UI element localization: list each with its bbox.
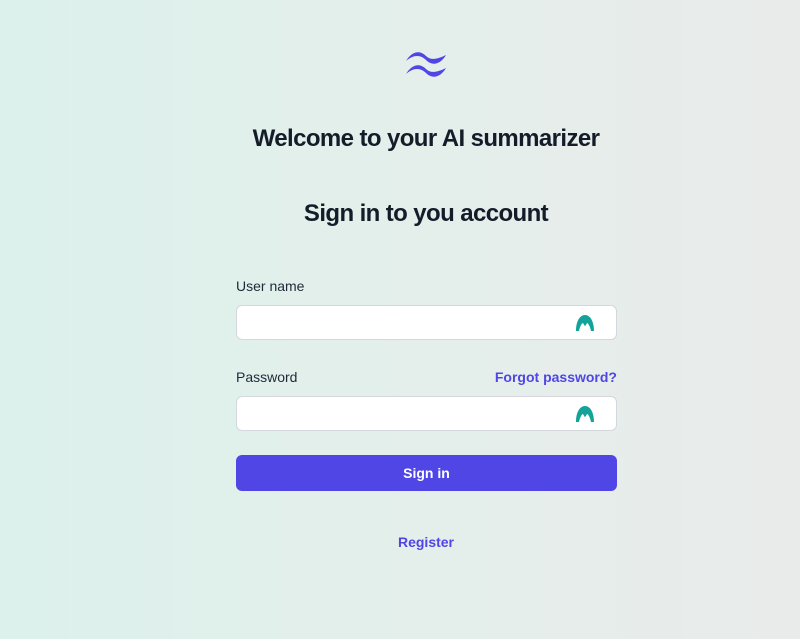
sign-in-button[interactable]: Sign in bbox=[236, 455, 617, 491]
register-link[interactable]: Register bbox=[0, 534, 800, 550]
password-field[interactable] bbox=[236, 396, 617, 431]
page-subtitle: Sign in to you account bbox=[303, 200, 549, 227]
username-label: User name bbox=[236, 278, 305, 294]
username-label-row: User name bbox=[236, 276, 617, 296]
password-manager-icon[interactable] bbox=[575, 405, 595, 423]
page-title: Welcome to your AI summarizer bbox=[252, 125, 600, 152]
forgot-password-link[interactable]: Forgot password? bbox=[495, 369, 617, 385]
password-label-row: Password Forgot password? bbox=[236, 367, 617, 387]
password-label: Password bbox=[236, 369, 298, 385]
username-input[interactable] bbox=[237, 306, 581, 339]
password-manager-icon[interactable] bbox=[575, 314, 595, 332]
password-input[interactable] bbox=[237, 397, 581, 430]
wave-logo-icon bbox=[406, 52, 446, 77]
username-field[interactable] bbox=[236, 305, 617, 340]
sign-in-form: User name Password Forgot password? Sign… bbox=[236, 276, 617, 491]
